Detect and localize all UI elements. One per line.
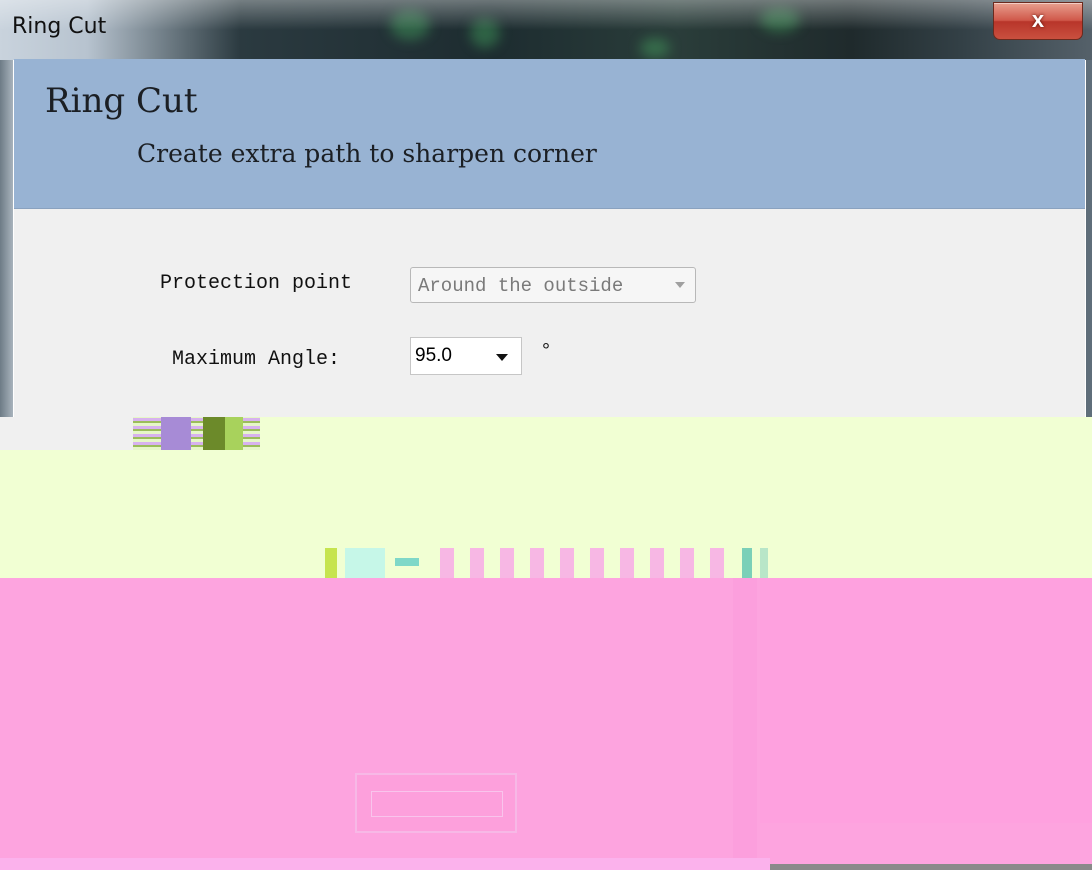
degree-unit: ° bbox=[542, 340, 550, 362]
window-title: Ring Cut bbox=[12, 14, 107, 39]
corrupted-mark bbox=[440, 548, 454, 578]
maximum-angle-combobox[interactable]: 95.0 bbox=[410, 337, 522, 375]
corrupted-region-green bbox=[0, 450, 1092, 548]
corrupted-region-gray bbox=[0, 417, 133, 450]
corrupted-region-green-top bbox=[260, 417, 1092, 450]
maximum-angle-value: 95.0 bbox=[415, 345, 452, 366]
corrupted-region-bottom bbox=[0, 858, 770, 870]
ok-button-ghost[interactable] bbox=[355, 773, 517, 833]
corrupted-mark bbox=[710, 548, 724, 578]
corrupted-mark bbox=[560, 548, 574, 578]
corrupted-pixels bbox=[133, 417, 260, 450]
corrupted-mark bbox=[325, 548, 337, 578]
corrupted-mark bbox=[760, 548, 768, 578]
corrupted-mark bbox=[395, 558, 419, 566]
corrupted-mark bbox=[500, 548, 514, 578]
protection-point-label: Protection point bbox=[160, 272, 353, 295]
window-frame-left bbox=[0, 60, 13, 425]
close-button[interactable]: x bbox=[993, 2, 1083, 40]
corrupted-mark bbox=[680, 548, 694, 578]
close-icon: x bbox=[1031, 7, 1045, 32]
corrupted-mark bbox=[620, 548, 634, 578]
corrupted-region-pink-right bbox=[760, 578, 1092, 823]
window-frame-right bbox=[1086, 60, 1092, 425]
chevron-down-icon bbox=[675, 282, 685, 288]
corrupted-strip bbox=[0, 548, 1092, 578]
protection-point-select[interactable]: Around the outside bbox=[410, 267, 696, 303]
corrupted-column bbox=[733, 578, 757, 858]
protection-point-value: Around the outside bbox=[418, 275, 624, 297]
header-subtitle: Create extra path to sharpen corner bbox=[137, 139, 597, 168]
corrupted-mark bbox=[650, 548, 664, 578]
dialog-header: Ring Cut Create extra path to sharpen co… bbox=[14, 59, 1085, 209]
maximum-angle-label: Maximum Angle: bbox=[172, 348, 341, 371]
corrupted-mark bbox=[470, 548, 484, 578]
corrupted-mark bbox=[742, 548, 752, 578]
corrupted-mark bbox=[530, 548, 544, 578]
corrupted-mark bbox=[590, 548, 604, 578]
corrupted-mark bbox=[345, 548, 385, 578]
form-panel: Protection point Around the outside Maxi… bbox=[14, 209, 1085, 425]
window-bottom-edge bbox=[770, 864, 1092, 870]
dropdown-arrow-icon[interactable] bbox=[496, 354, 508, 361]
window-titlebar[interactable]: Ring Cut x bbox=[0, 0, 1092, 60]
header-title: Ring Cut bbox=[45, 81, 198, 121]
